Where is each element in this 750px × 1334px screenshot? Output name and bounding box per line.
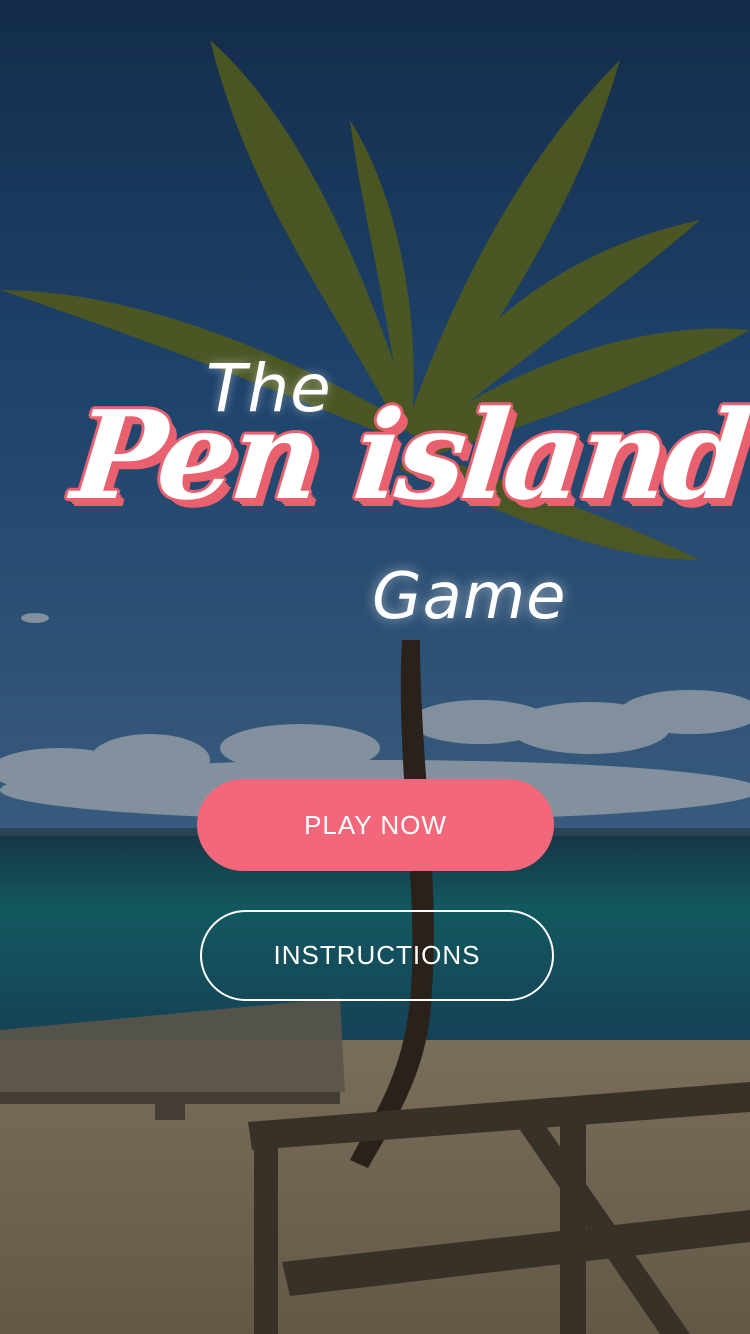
title-game: Game [372,560,567,634]
beach-background-image [0,0,750,1334]
play-now-button[interactable]: PLAY NOW [197,779,554,871]
instructions-button[interactable]: INSTRUCTIONS [200,910,554,1001]
game-logo-title: Pen island [66,383,750,527]
title-screen: The Pen island Game PLAY NOW INSTRUCTION… [0,0,750,1334]
